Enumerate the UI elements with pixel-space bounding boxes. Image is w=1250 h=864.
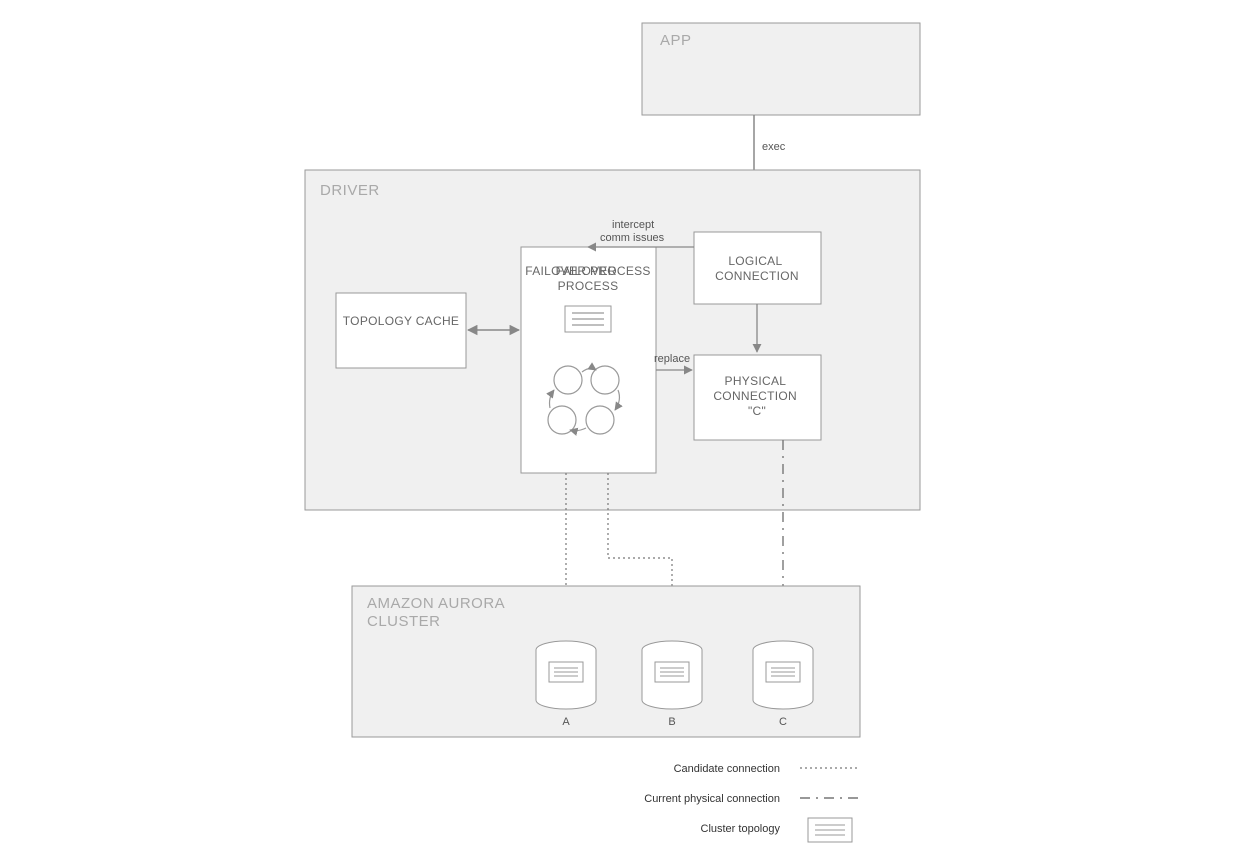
svg-text:TOPOLOGY CACHE: TOPOLOGY CACHE [343, 314, 459, 328]
svg-text:Current physical connection: Current physical connection [644, 793, 780, 805]
svg-text:Candidate connection: Candidate connection [674, 763, 780, 775]
app-box: APP [642, 23, 920, 115]
topology-cache-box: TOPOLOGY CACHE [336, 293, 466, 368]
exec-label: exec [762, 141, 786, 153]
replace-label: replace [654, 353, 690, 365]
legend: Candidate connection Current physical co… [644, 763, 860, 842]
svg-text:A: A [562, 716, 570, 728]
svg-text:AMAZON AURORA: AMAZON AURORA [367, 595, 505, 612]
svg-text:CLUSTER: CLUSTER [367, 613, 441, 630]
failover-process-box: FAILOVER PROCESS FAILOVER PROCESS [521, 247, 656, 473]
topology-icon [565, 306, 611, 332]
intercept-label-1: intercept [612, 219, 654, 231]
svg-text:FAILOVER PROCESS: FAILOVER PROCESS [556, 264, 621, 293]
svg-text:B: B [668, 716, 675, 728]
app-label: APP [660, 32, 692, 49]
logical-connection-box: LOGICAL CONNECTION [694, 232, 821, 304]
svg-text:C: C [779, 716, 787, 728]
physical-connection-box: PHYSICAL CONNECTION "C" [694, 355, 821, 440]
svg-text:Cluster topology: Cluster topology [701, 823, 781, 835]
driver-label: DRIVER [320, 182, 380, 199]
intercept-label-2: comm issues [600, 232, 665, 244]
